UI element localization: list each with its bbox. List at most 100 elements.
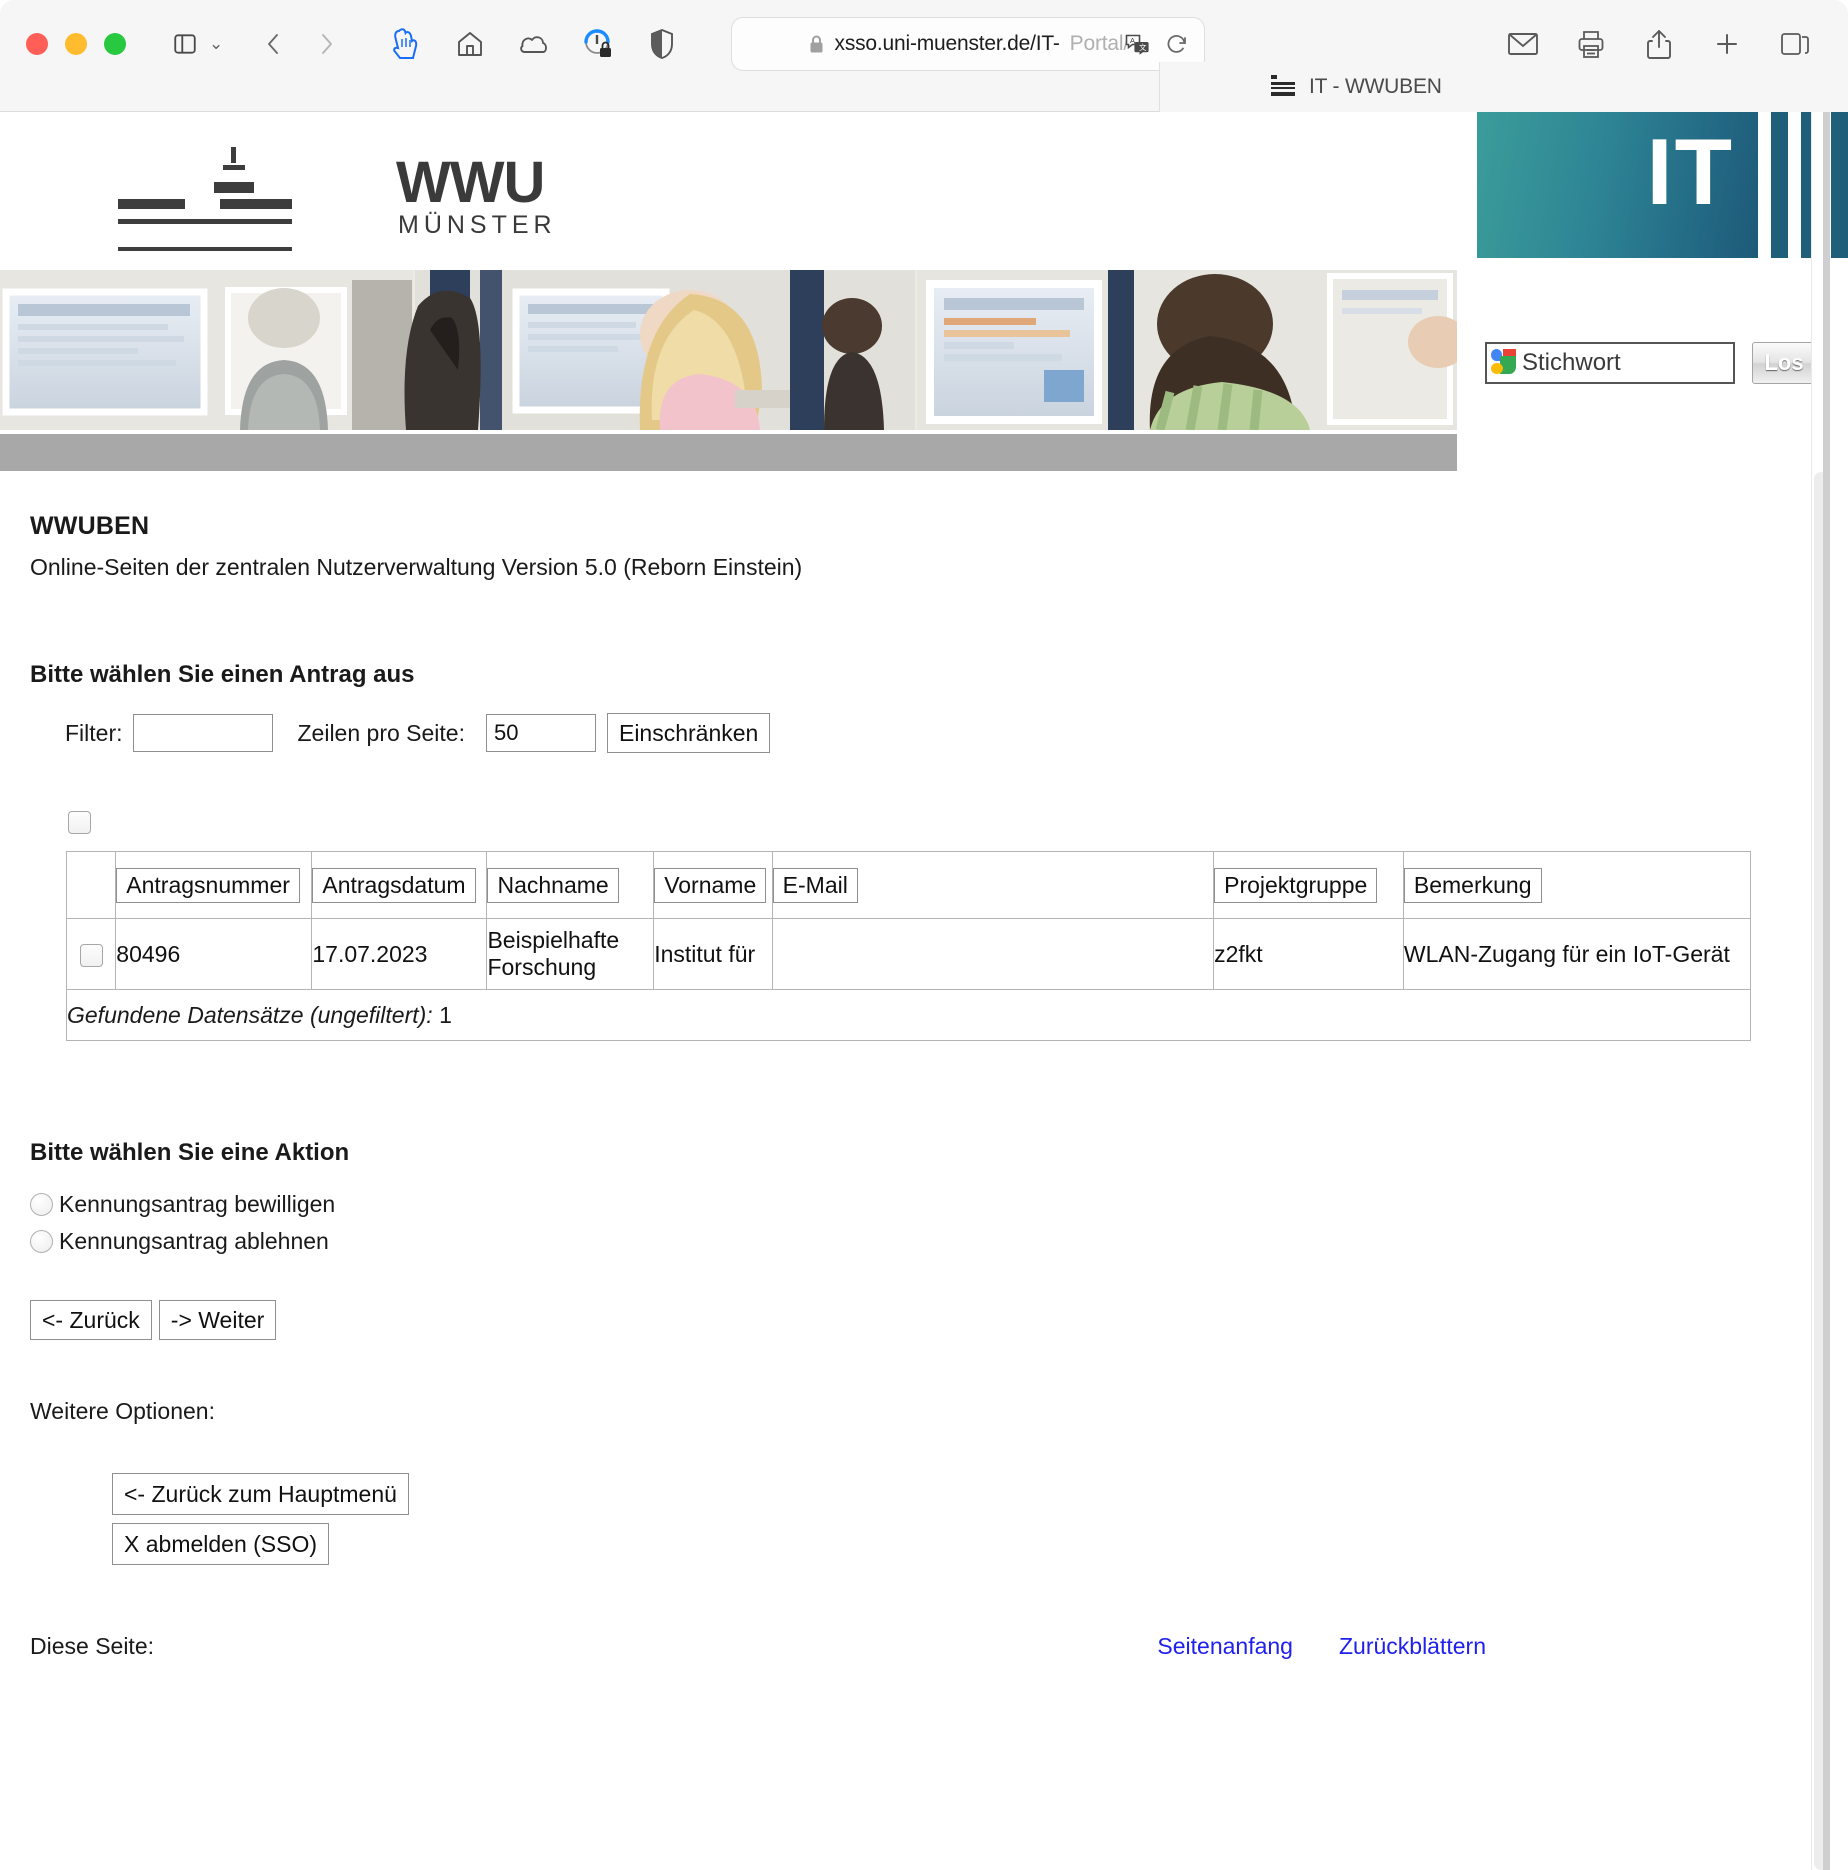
translate-icon[interactable]: A 文	[1124, 31, 1150, 57]
address-bar[interactable]: xsso.uni-muenster.de/IT- Portal/ A 文	[731, 17, 1206, 71]
filter-input[interactable]	[132, 714, 273, 752]
back-icon[interactable]	[257, 27, 291, 61]
select-all-wrapper	[68, 808, 1782, 835]
print-icon[interactable]	[1574, 27, 1608, 61]
cell-vorname: Institut für	[653, 918, 773, 990]
header-bemerkung: Bemerkung	[1402, 851, 1752, 919]
cell-email	[771, 918, 1215, 990]
reload-icon[interactable]	[1164, 31, 1190, 57]
browser-window: ⌄ xsso.uni-muenster.de/IT- Portal/ A 文 I…	[0, 0, 1848, 1870]
maximize-window-button[interactable]	[104, 33, 126, 55]
table-row: 80496 17.07.2023 Beispielhafte Forschung…	[65, 918, 1752, 990]
navigation-buttons: <- Zurück -> Weiter	[30, 1300, 1782, 1340]
sidebar-icon[interactable]	[168, 27, 202, 61]
action-section: Bitte wählen Sie eine Aktion Kennungsant…	[30, 1139, 1782, 1660]
cell-projektgruppe: z2fkt	[1213, 918, 1404, 990]
rows-per-page-input[interactable]	[485, 714, 596, 752]
browser-toolbar: ⌄ xsso.uni-muenster.de/IT- Portal/ A 文 I…	[0, 0, 1848, 112]
radio-ablehnen-row[interactable]: Kennungsantrag ablehnen	[30, 1228, 1782, 1255]
it-logo-bars	[1758, 112, 1848, 258]
cell-antragsnummer: 80496	[115, 918, 313, 990]
url-dim: Portal/	[1069, 32, 1129, 55]
share-icon[interactable]	[1642, 27, 1676, 61]
found-records-label: Gefundene Datensätze (ungefiltert):	[67, 1001, 433, 1028]
logout-sso-button[interactable]: X abmelden (SSO)	[112, 1523, 330, 1565]
hand-icon[interactable]	[389, 27, 423, 61]
minimize-window-button[interactable]	[65, 33, 87, 55]
seitenanfang-link[interactable]: Seitenanfang	[1157, 1633, 1293, 1660]
action-heading: Bitte wählen Sie eine Aktion	[30, 1139, 350, 1166]
table-summary-row: Gefundene Datensätze (ungefiltert): 1	[66, 989, 1751, 1041]
header-antragsnummer: Antragsnummer	[115, 851, 313, 919]
header-checkbox-cell	[65, 851, 117, 919]
lock-icon	[808, 34, 825, 55]
search-input[interactable]: Stichwort	[1485, 342, 1735, 384]
window-controls	[26, 33, 126, 55]
tab-overview-icon[interactable]	[1778, 27, 1812, 61]
close-window-button[interactable]	[26, 33, 48, 55]
radio-bewilligen-row[interactable]: Kennungsantrag bewilligen	[30, 1191, 1782, 1218]
select-all-checkbox[interactable]	[68, 811, 91, 835]
it-logo: IT	[1477, 112, 1848, 258]
site-header: WWU MÜNSTER IT Stichwort Los	[0, 112, 1848, 471]
google-icon	[1491, 349, 1519, 377]
shield-icon[interactable]	[645, 27, 679, 61]
home-icon[interactable]	[453, 27, 487, 61]
radio-ablehnen[interactable]	[30, 1230, 53, 1253]
zurueck-button[interactable]: <- Zurück	[30, 1300, 152, 1340]
filter-toolbar: Filter: Zeilen pro Seite: Einschränken	[65, 713, 1782, 753]
cloud-icon[interactable]	[517, 27, 551, 61]
search-placeholder: Stichwort	[1522, 349, 1621, 376]
zurueckblaettern-link[interactable]: Zurückblättern	[1339, 1633, 1486, 1660]
sort-vorname-button[interactable]: Vorname	[654, 867, 767, 903]
privacy-report-icon[interactable]	[581, 27, 615, 61]
sort-email-button[interactable]: E-Mail	[772, 867, 858, 903]
tab-it-wwuben[interactable]: IT - WWUBEN	[1159, 62, 1848, 112]
hauptmenue-button[interactable]: <- Zurück zum Hauptmenü	[112, 1473, 409, 1515]
mail-icon[interactable]	[1506, 27, 1540, 61]
sort-antragsnummer-button[interactable]: Antragsnummer	[116, 867, 300, 903]
wwu-submark: MÜNSTER	[398, 211, 557, 239]
einschraenken-button[interactable]: Einschränken	[606, 713, 771, 753]
svg-text:A: A	[1130, 35, 1135, 44]
header-email: E-Mail	[771, 851, 1215, 919]
radio-ablehnen-label: Kennungsantrag ablehnen	[59, 1228, 329, 1254]
found-records-cell: Gefundene Datensätze (ungefiltert): 1	[66, 989, 1751, 1041]
forward-icon[interactable]	[309, 27, 343, 61]
weiter-button[interactable]: -> Weiter	[158, 1300, 277, 1340]
row-checkbox[interactable]	[79, 943, 103, 967]
sort-projektgruppe-button[interactable]: Projektgruppe	[1214, 867, 1378, 903]
page-viewport: WWU MÜNSTER IT Stichwort Los WWUBEN Onli…	[0, 112, 1848, 1870]
cell-bemerkung: WLAN-Zugang für ein IoT-Gerät	[1402, 918, 1752, 990]
found-records-count: 1	[439, 1001, 452, 1028]
filter-label: Filter:	[65, 719, 123, 746]
chevron-down-icon[interactable]: ⌄	[209, 34, 223, 54]
header-grey-bar	[0, 434, 1457, 471]
rows-per-page-label: Zeilen pro Seite:	[297, 719, 465, 746]
plus-icon[interactable]	[1710, 27, 1744, 61]
wwu-logo[interactable]: WWU MÜNSTER	[118, 137, 552, 257]
header-vorname: Vorname	[653, 851, 773, 919]
cell-nachname: Beispielhafte Forschung	[486, 918, 655, 990]
option-buttons: <- Zurück zum Hauptmenü X abmelden (SSO)	[112, 1473, 1782, 1565]
it-logo-block: IT	[1477, 112, 1758, 258]
sort-bemerkung-button[interactable]: Bemerkung	[1403, 867, 1542, 903]
it-logo-text: IT	[1646, 119, 1734, 224]
search-submit-button[interactable]: Los	[1752, 342, 1816, 384]
header-projektgruppe: Projektgruppe	[1213, 851, 1404, 919]
page-links-row: Diese Seite: Seitenanfang Zurückblättern	[30, 1633, 1782, 1660]
sort-nachname-button[interactable]: Nachname	[487, 867, 619, 903]
url-text: xsso.uni-muenster.de/IT- Portal/	[808, 32, 1129, 56]
header-antragsdatum: Antragsdatum	[311, 851, 488, 919]
radio-bewilligen-label: Kennungsantrag bewilligen	[59, 1191, 336, 1217]
tab-strip: IT - WWUBEN	[0, 62, 1848, 112]
header-banner-photo	[0, 270, 1457, 430]
wwu-logo-mark-icon	[118, 137, 378, 252]
window-right-edge	[1823, 112, 1830, 1870]
page-subtitle: Online-Seiten der zentralen Nutzerverwal…	[30, 554, 803, 580]
diese-seite-label: Diese Seite:	[30, 1633, 155, 1659]
svg-text:文: 文	[1139, 42, 1147, 52]
sort-antragsdatum-button[interactable]: Antragsdatum	[312, 867, 476, 903]
site-search: Stichwort Los	[1485, 342, 1816, 384]
radio-bewilligen[interactable]	[30, 1193, 53, 1216]
